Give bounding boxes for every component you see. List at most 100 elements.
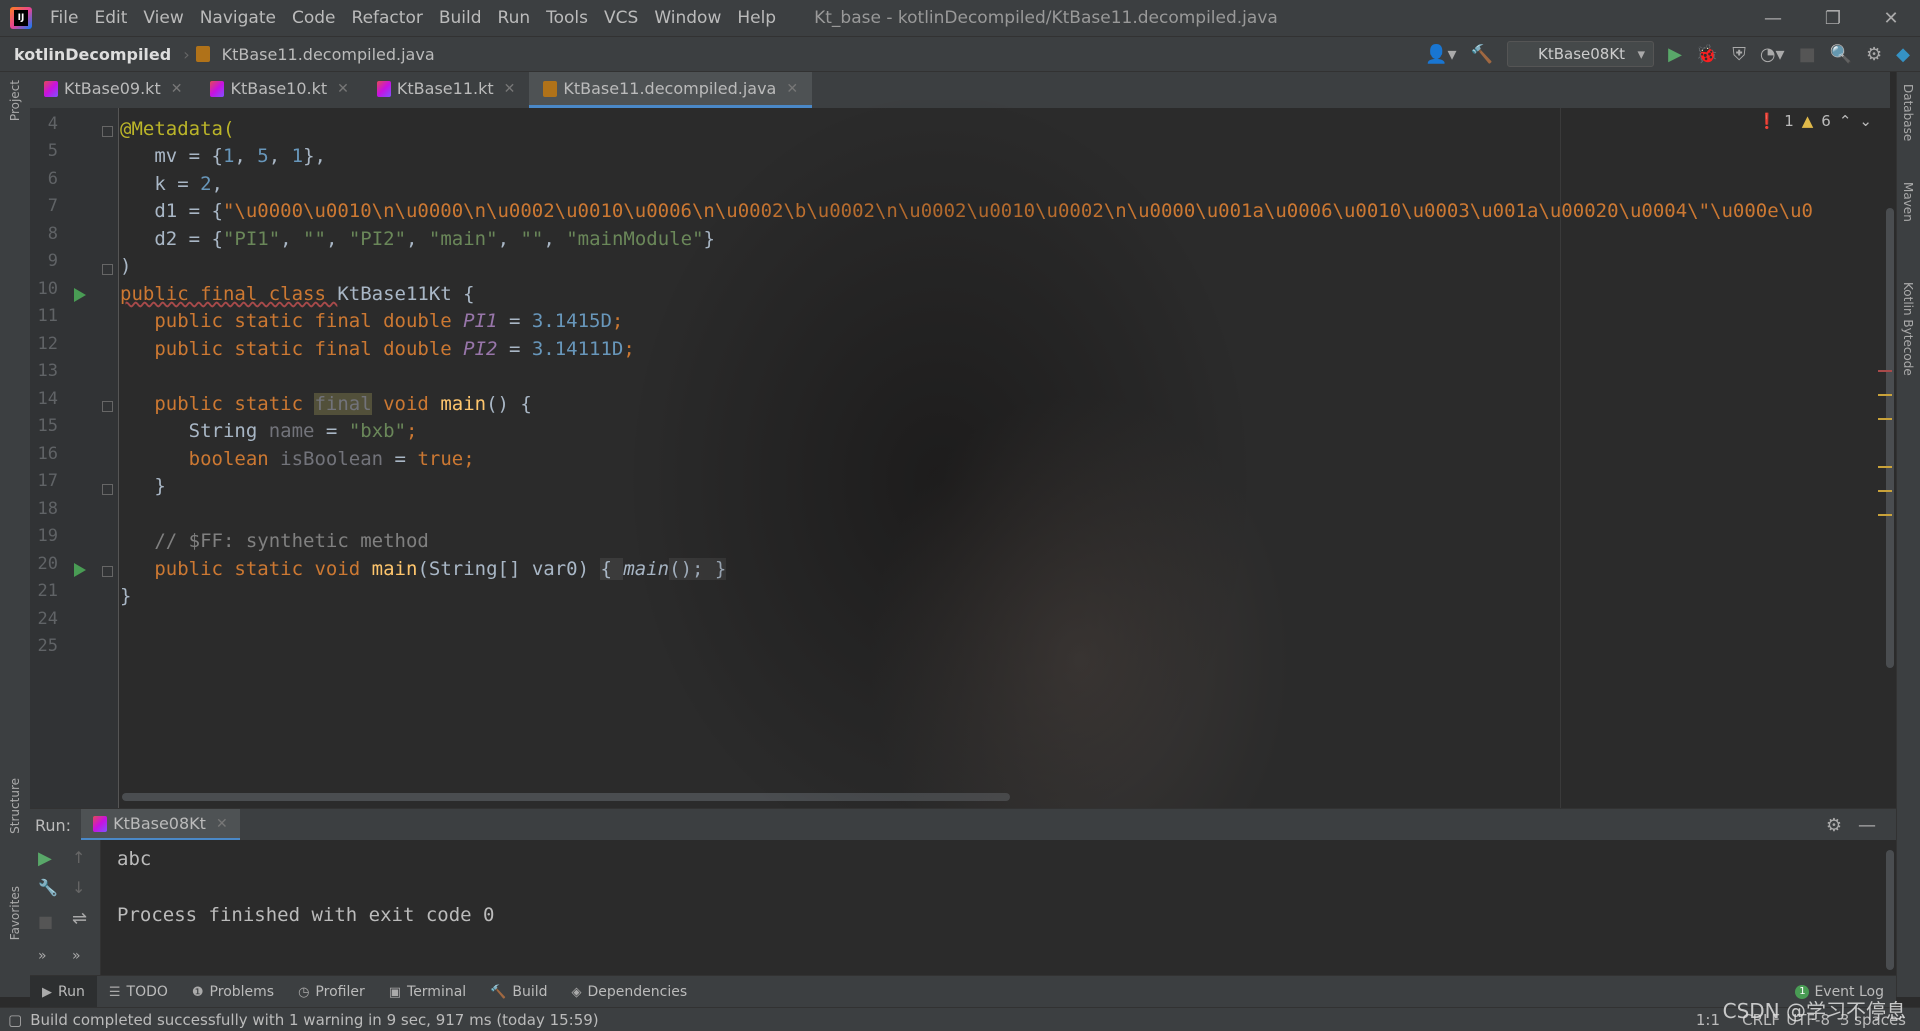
search-icon[interactable]: 🔍 xyxy=(1830,44,1852,65)
warning-stripe-mark[interactable] xyxy=(1878,490,1892,492)
error-count: 1 xyxy=(1784,112,1794,130)
menu-edit[interactable]: Edit xyxy=(86,8,135,28)
structure-tool-button[interactable]: Structure xyxy=(8,778,22,834)
kotlin-bytecode-tool-button[interactable]: Kotlin Bytecode xyxy=(1901,282,1915,376)
warning-stripe-mark[interactable] xyxy=(1878,466,1892,468)
warning-stripe-mark[interactable] xyxy=(1878,418,1892,420)
menu-vcs[interactable]: VCS xyxy=(596,8,646,28)
run-console[interactable]: ▶ ↑ 🔧 ↓ ■ ⇌ » » abc Process finished wit… xyxy=(30,840,1896,975)
fold-icon[interactable] xyxy=(102,566,113,577)
fold-icon[interactable] xyxy=(102,484,113,495)
debug-icon[interactable]: 🐞 xyxy=(1696,44,1718,65)
java-file-icon xyxy=(543,80,558,97)
menu-window[interactable]: Window xyxy=(646,8,729,28)
breadcrumb-project[interactable]: kotlinDecompiled xyxy=(0,45,177,64)
fold-icon[interactable] xyxy=(102,264,113,275)
build-icon: 🔨 xyxy=(490,984,507,1000)
close-tab-icon[interactable]: ✕ xyxy=(786,81,798,97)
stop-icon[interactable]: ■ xyxy=(38,912,53,931)
line-number: 10 xyxy=(37,279,58,299)
run-config-select[interactable]: KtBase08Kt xyxy=(1507,41,1655,67)
code-token: } xyxy=(120,475,166,497)
arrow-up-icon[interactable]: ↑ xyxy=(72,848,85,867)
toolbox-icon[interactable]: ◆ xyxy=(1896,44,1910,65)
run-gutter-icon[interactable] xyxy=(74,563,86,577)
wrench-icon[interactable]: 🔧 xyxy=(38,878,58,897)
toolwindow-profiler[interactable]: ◷ Profiler xyxy=(286,984,377,1000)
fold-icon[interactable] xyxy=(102,126,113,137)
caret-position[interactable]: 1:1 xyxy=(1696,1011,1720,1029)
error-stripe-mark[interactable] xyxy=(1878,370,1892,372)
favorites-tool-button[interactable]: Favorites xyxy=(8,886,22,940)
tab-ktbase11-decompiled[interactable]: KtBase11.decompiled.java ✕ xyxy=(529,72,813,108)
menu-tools[interactable]: Tools xyxy=(538,8,596,28)
more-icon[interactable]: » xyxy=(72,948,81,964)
close-tab-icon[interactable]: ✕ xyxy=(216,816,228,832)
tab-ktbase09[interactable]: KtBase09.kt ✕ xyxy=(30,72,196,108)
soft-wrap-icon[interactable]: ⇌ xyxy=(72,908,87,929)
close-tab-icon[interactable]: ✕ xyxy=(337,81,349,97)
minimize-icon[interactable]: — xyxy=(1744,0,1802,36)
run-icon[interactable]: ▶ xyxy=(1668,44,1682,65)
menu-code[interactable]: Code xyxy=(284,8,344,28)
rerun-icon[interactable]: ▶ xyxy=(38,848,52,869)
code-editor[interactable]: 4 5 6 7 8 9 10 11 12 13 14 15 16 17 18 1… xyxy=(30,108,1896,808)
terminal-icon: ▣ xyxy=(388,984,402,1000)
more-icon[interactable]: » xyxy=(38,948,47,964)
stop-icon[interactable]: ■ xyxy=(1799,44,1816,65)
warning-stripe-mark[interactable] xyxy=(1878,514,1892,516)
warning-stripe-mark[interactable] xyxy=(1878,394,1892,396)
menu-build[interactable]: Build xyxy=(431,8,490,28)
menu-navigate[interactable]: Navigate xyxy=(192,8,284,28)
inspection-widget[interactable]: ❗ 1 ▲ 6 ⌃ ⌄ xyxy=(1758,112,1872,130)
status-message[interactable]: Build completed successfully with 1 warn… xyxy=(30,1011,598,1029)
restore-icon[interactable]: ❐ xyxy=(1804,0,1862,36)
fold-icon[interactable] xyxy=(102,401,113,412)
coverage-icon[interactable]: ⛨ xyxy=(1732,44,1746,65)
code-token: main xyxy=(440,393,487,415)
user-icon[interactable]: 👤▾ xyxy=(1425,44,1456,65)
menu-refactor[interactable]: Refactor xyxy=(344,8,431,28)
menu-view[interactable]: View xyxy=(135,8,191,28)
profile-icon[interactable]: ◔▾ xyxy=(1760,44,1785,65)
status-toggle-icon[interactable]: ▢ xyxy=(8,1011,22,1029)
code-token: boolean xyxy=(120,448,281,470)
run-panel-header: Run: KtBase08Kt ✕ ⚙ — xyxy=(30,808,1896,841)
toolwindow-todo[interactable]: ☰ TODO xyxy=(97,984,180,1000)
menu-file[interactable]: File xyxy=(42,8,86,28)
toolwindow-problems[interactable]: ❶ Problems xyxy=(180,984,286,1000)
maven-tool-button[interactable]: Maven xyxy=(1901,182,1915,222)
code-line-5: @Metadata( xyxy=(120,118,234,140)
tab-ktbase10[interactable]: KtBase10.kt ✕ xyxy=(196,72,362,108)
chevron-up-icon[interactable]: ⌃ xyxy=(1839,112,1852,130)
console-scrollbar[interactable] xyxy=(1886,850,1894,970)
chevron-down-icon[interactable]: ⌄ xyxy=(1859,112,1872,130)
toolwindow-dependencies[interactable]: ◈ Dependencies xyxy=(560,984,700,1000)
settings-gear-icon[interactable]: ⚙ xyxy=(1826,815,1842,836)
menu-run[interactable]: Run xyxy=(490,8,539,28)
close-tab-icon[interactable]: ✕ xyxy=(504,81,516,97)
code-line-17: boolean isBoolean = true; xyxy=(120,448,475,470)
menu-help[interactable]: Help xyxy=(729,8,784,28)
editor-vertical-scrollbar[interactable] xyxy=(1886,208,1894,668)
build-hammer-icon[interactable]: 🔨 xyxy=(1471,44,1493,65)
project-tool-button[interactable]: Project xyxy=(8,80,22,121)
toolwindow-build[interactable]: 🔨 Build xyxy=(478,984,559,1000)
code-token: public static xyxy=(120,393,315,415)
code-line-9: d2 = {"PI1", "", "PI2", "main", "", "mai… xyxy=(120,228,715,250)
line-number: 24 xyxy=(37,609,58,629)
run-gutter-icon[interactable] xyxy=(74,288,86,302)
database-tool-button[interactable]: Database xyxy=(1901,84,1915,141)
toolwindow-terminal[interactable]: ▣ Terminal xyxy=(377,984,478,1000)
code-token: 3.1415D xyxy=(531,310,612,332)
minimize-panel-icon[interactable]: — xyxy=(1858,815,1876,836)
settings-gear-icon[interactable]: ⚙ xyxy=(1866,44,1882,65)
arrow-down-icon[interactable]: ↓ xyxy=(72,878,85,897)
breadcrumb-file[interactable]: KtBase11.decompiled.java xyxy=(216,45,441,64)
tab-ktbase11[interactable]: KtBase11.kt ✕ xyxy=(363,72,529,108)
toolwindow-run[interactable]: ▶ Run xyxy=(30,976,97,1008)
close-icon[interactable]: ✕ xyxy=(1862,0,1920,36)
editor-horizontal-scrollbar[interactable] xyxy=(122,793,1010,801)
run-tab[interactable]: KtBase08Kt ✕ xyxy=(81,809,240,841)
close-tab-icon[interactable]: ✕ xyxy=(171,81,183,97)
